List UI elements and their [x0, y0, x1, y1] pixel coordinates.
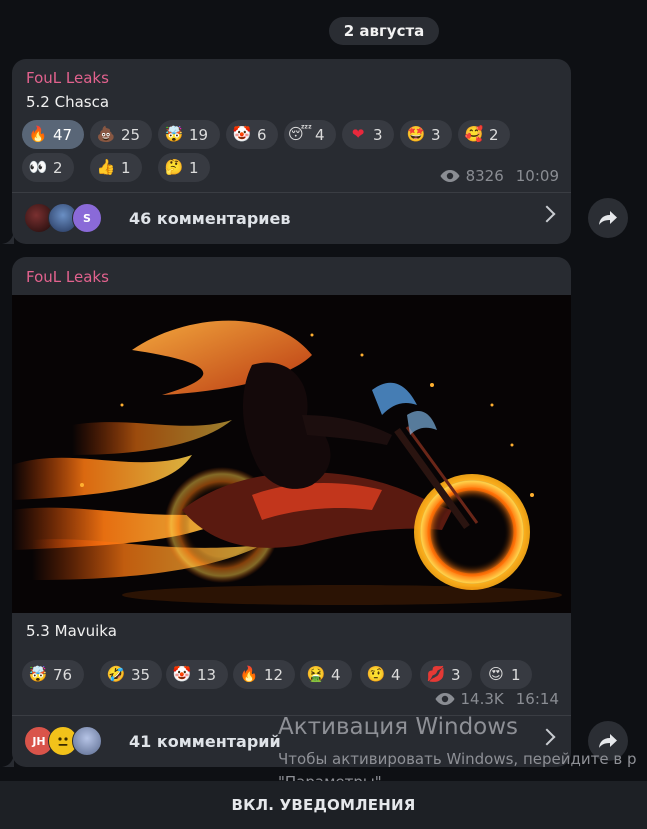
reaction-chip[interactable]: 💩 25 [90, 120, 152, 149]
view-count: 8326 [465, 167, 504, 185]
reaction-emoji-icon: 🤣 [106, 665, 126, 683]
reaction-count: 35 [131, 665, 151, 684]
reaction-chip[interactable]: 🔥 12 [233, 660, 295, 689]
reaction-chip[interactable]: ❤ 3 [342, 120, 394, 149]
share-icon [599, 734, 617, 748]
avatar: S [72, 203, 102, 233]
reaction-chip[interactable]: 👍 1 [90, 153, 142, 182]
reaction-chip[interactable]: 🤣 35 [100, 660, 162, 689]
reaction-emoji-icon: 😴 [287, 125, 313, 143]
reaction-emoji-icon: 🤡 [172, 665, 192, 683]
reaction-emoji-icon: 💩 [96, 125, 116, 143]
reaction-emoji-icon: 👍 [96, 158, 116, 176]
reaction-chip[interactable]: 🤩 3 [400, 120, 452, 149]
reaction-count: 1 [511, 665, 521, 684]
reaction-emoji-icon: 🔥 [239, 665, 259, 683]
reaction-count: 25 [121, 125, 141, 144]
reaction-count: 4 [315, 125, 325, 144]
view-count: 14.3K [460, 690, 504, 708]
reaction-emoji-icon: 🤩 [406, 125, 426, 143]
reaction-count: 47 [53, 125, 73, 144]
reaction-emoji-icon: ❤ [351, 125, 365, 143]
reaction-count: 1 [121, 158, 131, 177]
reaction-emoji-icon: 🥰 [464, 125, 484, 143]
post-author[interactable]: FouL Leaks [26, 268, 109, 286]
reaction-emoji-icon: 🤯 [28, 665, 48, 683]
windows-activation-title: Активация Windows [278, 714, 519, 740]
post-time: 16:14 [515, 690, 559, 708]
post-text: 5.3 Mavuika [26, 622, 117, 640]
post-meta: 14.3K 16:14 [435, 690, 559, 708]
reaction-count: 6 [257, 125, 267, 144]
reaction-emoji-icon: 🤯 [164, 125, 184, 143]
reaction-count: 4 [331, 665, 341, 684]
fire-motorcycle-illustration [12, 295, 571, 613]
reaction-chip[interactable]: 🤮 4 [300, 660, 352, 689]
comments-count: 41 комментарий [129, 731, 281, 751]
reaction-count: 12 [264, 665, 284, 684]
reaction-chip[interactable]: 😴 4 [284, 120, 336, 149]
comments-count: 46 комментариев [129, 208, 291, 228]
enable-notifications-button[interactable]: ВКЛ. УВЕДОМЛЕНИЯ [0, 781, 647, 829]
reaction-chip[interactable]: 🤯 19 [158, 120, 220, 149]
reaction-chip[interactable]: 👀 2 [22, 153, 74, 182]
reaction-count: 1 [189, 158, 199, 177]
divider [12, 192, 571, 193]
reaction-emoji-icon: 🔥 [28, 125, 48, 143]
post-meta: 8326 10:09 [440, 167, 559, 185]
channel-post: FouL Leaks 5.3 Mavuika 🤯 76 🤣 35 🤡 13 🔥 … [12, 257, 571, 767]
reaction-chip[interactable]: 🔥 47 [22, 120, 84, 149]
share-icon [599, 211, 617, 225]
reaction-chip[interactable]: 🤯 76 [22, 660, 84, 689]
reaction-chip[interactable]: 🤨 4 [360, 660, 412, 689]
views-icon [440, 170, 460, 182]
comments-button[interactable]: S 46 комментариев [12, 194, 571, 242]
reaction-count: 4 [391, 665, 401, 684]
chevron-right-icon [538, 205, 556, 223]
post-image[interactable] [12, 295, 571, 613]
reaction-count: 76 [53, 665, 73, 684]
reaction-count: 2 [489, 125, 499, 144]
reaction-chip[interactable]: 🤡 6 [226, 120, 278, 149]
reaction-emoji-icon: 🤔 [164, 158, 184, 176]
chevron-right-icon [538, 728, 556, 746]
post-author[interactable]: FouL Leaks [26, 69, 109, 87]
reaction-count: 3 [451, 665, 461, 684]
reactions-bar: 🤯 76 🤣 35 🤡 13 🔥 12 🤮 4 🤨 4 💋 3 😍 1 [22, 660, 567, 692]
reaction-emoji-icon: 🤮 [306, 665, 326, 683]
date-separator: 2 августа [329, 17, 439, 45]
reaction-chip[interactable]: 🤡 13 [166, 660, 228, 689]
post-time: 10:09 [515, 167, 559, 185]
reaction-count: 19 [189, 125, 209, 144]
channel-post: FouL Leaks 5.2 Chasca 🔥 47 💩 25 🤯 19 🤡 6 😴 4 ❤ 3 🤩 3 🥰… [12, 59, 571, 244]
reaction-chip[interactable]: 💋 3 [420, 660, 472, 689]
avatar [72, 726, 102, 756]
reaction-chip[interactable]: 😍 1 [480, 660, 532, 689]
reaction-count: 3 [431, 125, 441, 144]
reaction-emoji-icon: 🤡 [232, 125, 252, 143]
reaction-chip[interactable]: 🤔 1 [158, 153, 210, 182]
commenter-avatars: S [24, 203, 109, 233]
reaction-chip[interactable]: 🥰 2 [458, 120, 510, 149]
reaction-count: 13 [197, 665, 217, 684]
reaction-emoji-icon: 💋 [426, 665, 446, 683]
reaction-emoji-icon: 🤨 [366, 665, 386, 683]
reaction-emoji-icon: 😍 [488, 665, 504, 683]
commenter-avatars: JH [24, 726, 109, 756]
reaction-count: 2 [53, 158, 63, 177]
reaction-emoji-icon: 👀 [28, 158, 48, 176]
post-text: 5.2 Chasca [26, 93, 110, 111]
share-button[interactable] [588, 198, 628, 238]
windows-activation-line: Чтобы активировать Windows, перейдите в … [278, 750, 637, 768]
views-icon [435, 693, 455, 705]
reaction-count: 3 [373, 125, 383, 144]
neutral-face-icon [58, 737, 68, 746]
